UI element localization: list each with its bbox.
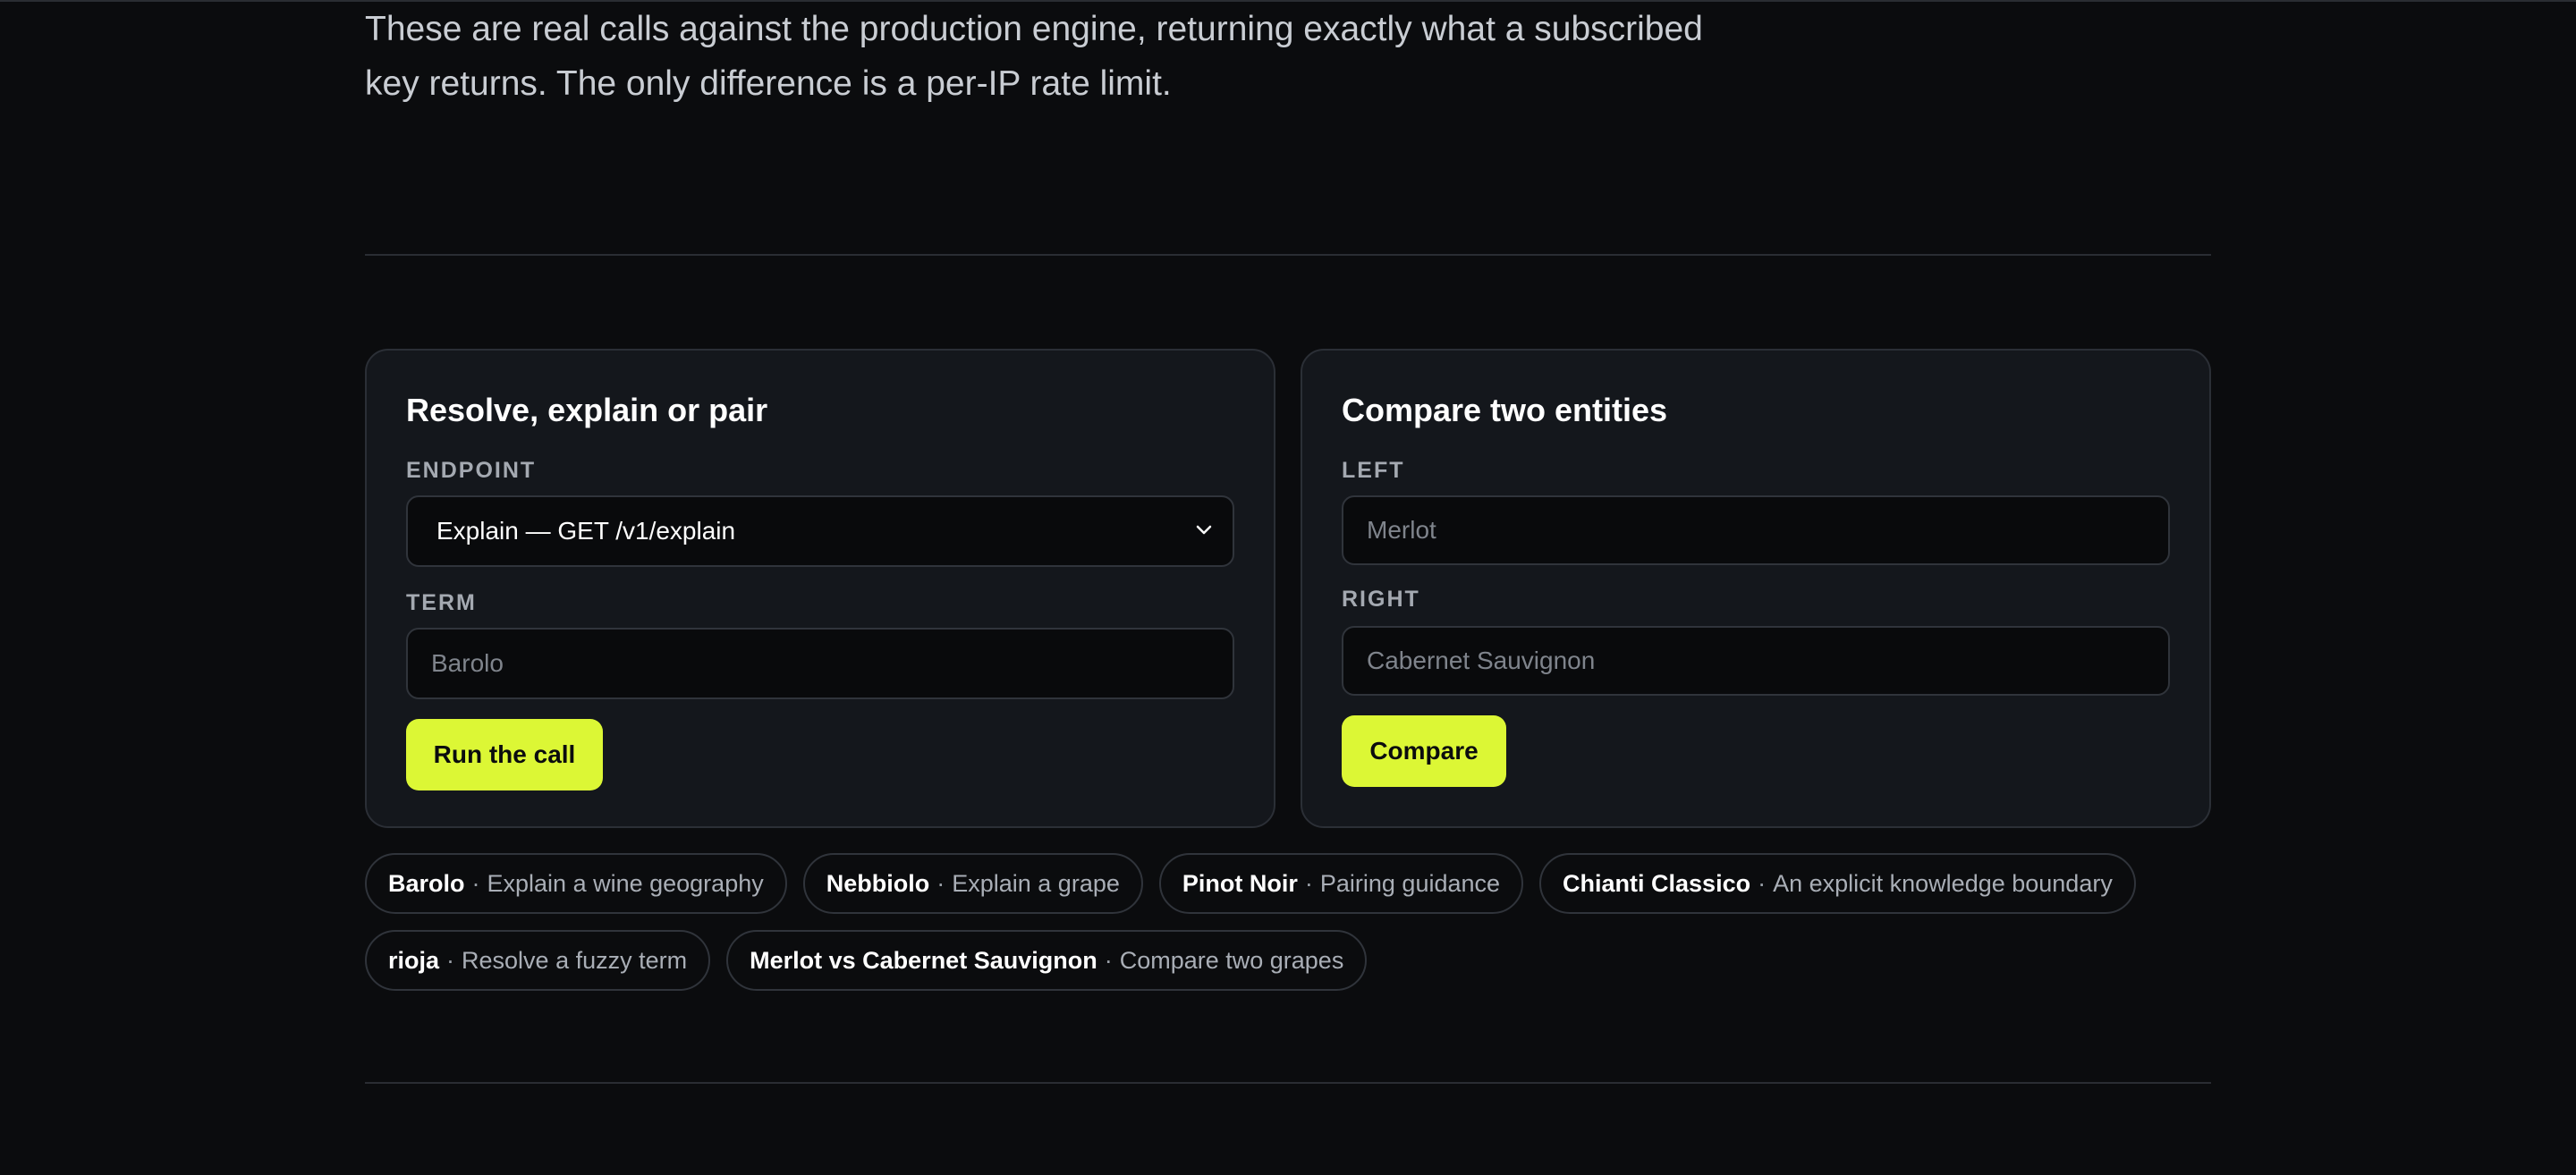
run-call-button[interactable]: Run the call — [406, 719, 603, 790]
example-chip-pinot-noir[interactable]: Pinot Noir · Pairing guidance — [1158, 853, 1524, 914]
right-entity-label: RIGHT — [1342, 587, 1420, 612]
term-placeholder: Barolo — [431, 649, 504, 677]
endpoint-selected-value: Explain — GET /v1/explain — [436, 517, 736, 545]
left-entity-placeholder: Merlot — [1367, 516, 1436, 544]
intro-text: These are real calls against the product… — [365, 2, 1760, 111]
chip-name: rioja — [388, 946, 440, 974]
chip-description: Explain a wine geography — [487, 869, 764, 897]
compare-button[interactable]: Compare — [1342, 715, 1506, 787]
example-chips: Barolo · Explain a wine geography Nebbio… — [365, 853, 2225, 991]
chip-description: Pairing guidance — [1319, 869, 1501, 897]
chip-name: Barolo — [388, 869, 465, 897]
example-chip-rioja[interactable]: rioja · Resolve a fuzzy term — [365, 930, 711, 991]
compare-card-title: Compare two entities — [1342, 392, 1668, 428]
endpoint-select[interactable]: Explain — GET /v1/explain — [406, 495, 1234, 567]
right-entity-input[interactable]: Cabernet Sauvignon — [1342, 626, 2170, 696]
chip-separator: · — [446, 946, 455, 974]
example-chip-chianti-classico[interactable]: Chianti Classico · An explicit knowledge… — [1539, 853, 2136, 914]
compare-card: Compare two entities LEFT Merlot RIGHT C… — [1301, 349, 2211, 828]
divider-bottom — [365, 1082, 2211, 1084]
chip-separator: · — [1758, 869, 1767, 897]
chip-description: Resolve a fuzzy term — [462, 946, 688, 974]
chip-name: Pinot Noir — [1182, 869, 1298, 897]
chevron-down-icon — [1196, 525, 1212, 535]
intro-line-2: key returns. The only difference is a pe… — [365, 64, 1172, 103]
right-entity-placeholder: Cabernet Sauvignon — [1367, 647, 1596, 674]
example-chip-barolo[interactable]: Barolo · Explain a wine geography — [365, 853, 787, 914]
example-chip-nebbiolo[interactable]: Nebbiolo · Explain a grape — [802, 853, 1143, 914]
endpoint-label: ENDPOINT — [406, 458, 537, 483]
divider-top — [365, 254, 2211, 256]
chip-separator: · — [1304, 869, 1313, 897]
resolve-card: Resolve, explain or pair ENDPOINT Explai… — [365, 349, 1275, 828]
example-chip-merlot-vs-cabernet[interactable]: Merlot vs Cabernet Sauvignon · Compare t… — [726, 930, 1368, 991]
chip-description: Explain a grape — [952, 869, 1120, 897]
chip-description: An explicit knowledge boundary — [1773, 869, 2113, 897]
chip-name: Merlot vs Cabernet Sauvignon — [750, 946, 1097, 974]
chip-separator: · — [1104, 946, 1113, 974]
term-input[interactable]: Barolo — [406, 628, 1234, 699]
chip-separator: · — [936, 869, 945, 897]
chip-name: Chianti Classico — [1563, 869, 1751, 897]
chip-description: Compare two grapes — [1119, 946, 1344, 974]
left-entity-label: LEFT — [1342, 458, 1405, 483]
intro-line-1: These are real calls against the product… — [365, 10, 1703, 48]
term-label: TERM — [406, 590, 477, 615]
chip-separator: · — [471, 869, 480, 897]
left-entity-input[interactable]: Merlot — [1342, 495, 2170, 565]
chip-name: Nebbiolo — [826, 869, 930, 897]
resolve-card-title: Resolve, explain or pair — [406, 392, 768, 428]
page-frame: These are real calls against the product… — [0, 0, 2576, 1175]
